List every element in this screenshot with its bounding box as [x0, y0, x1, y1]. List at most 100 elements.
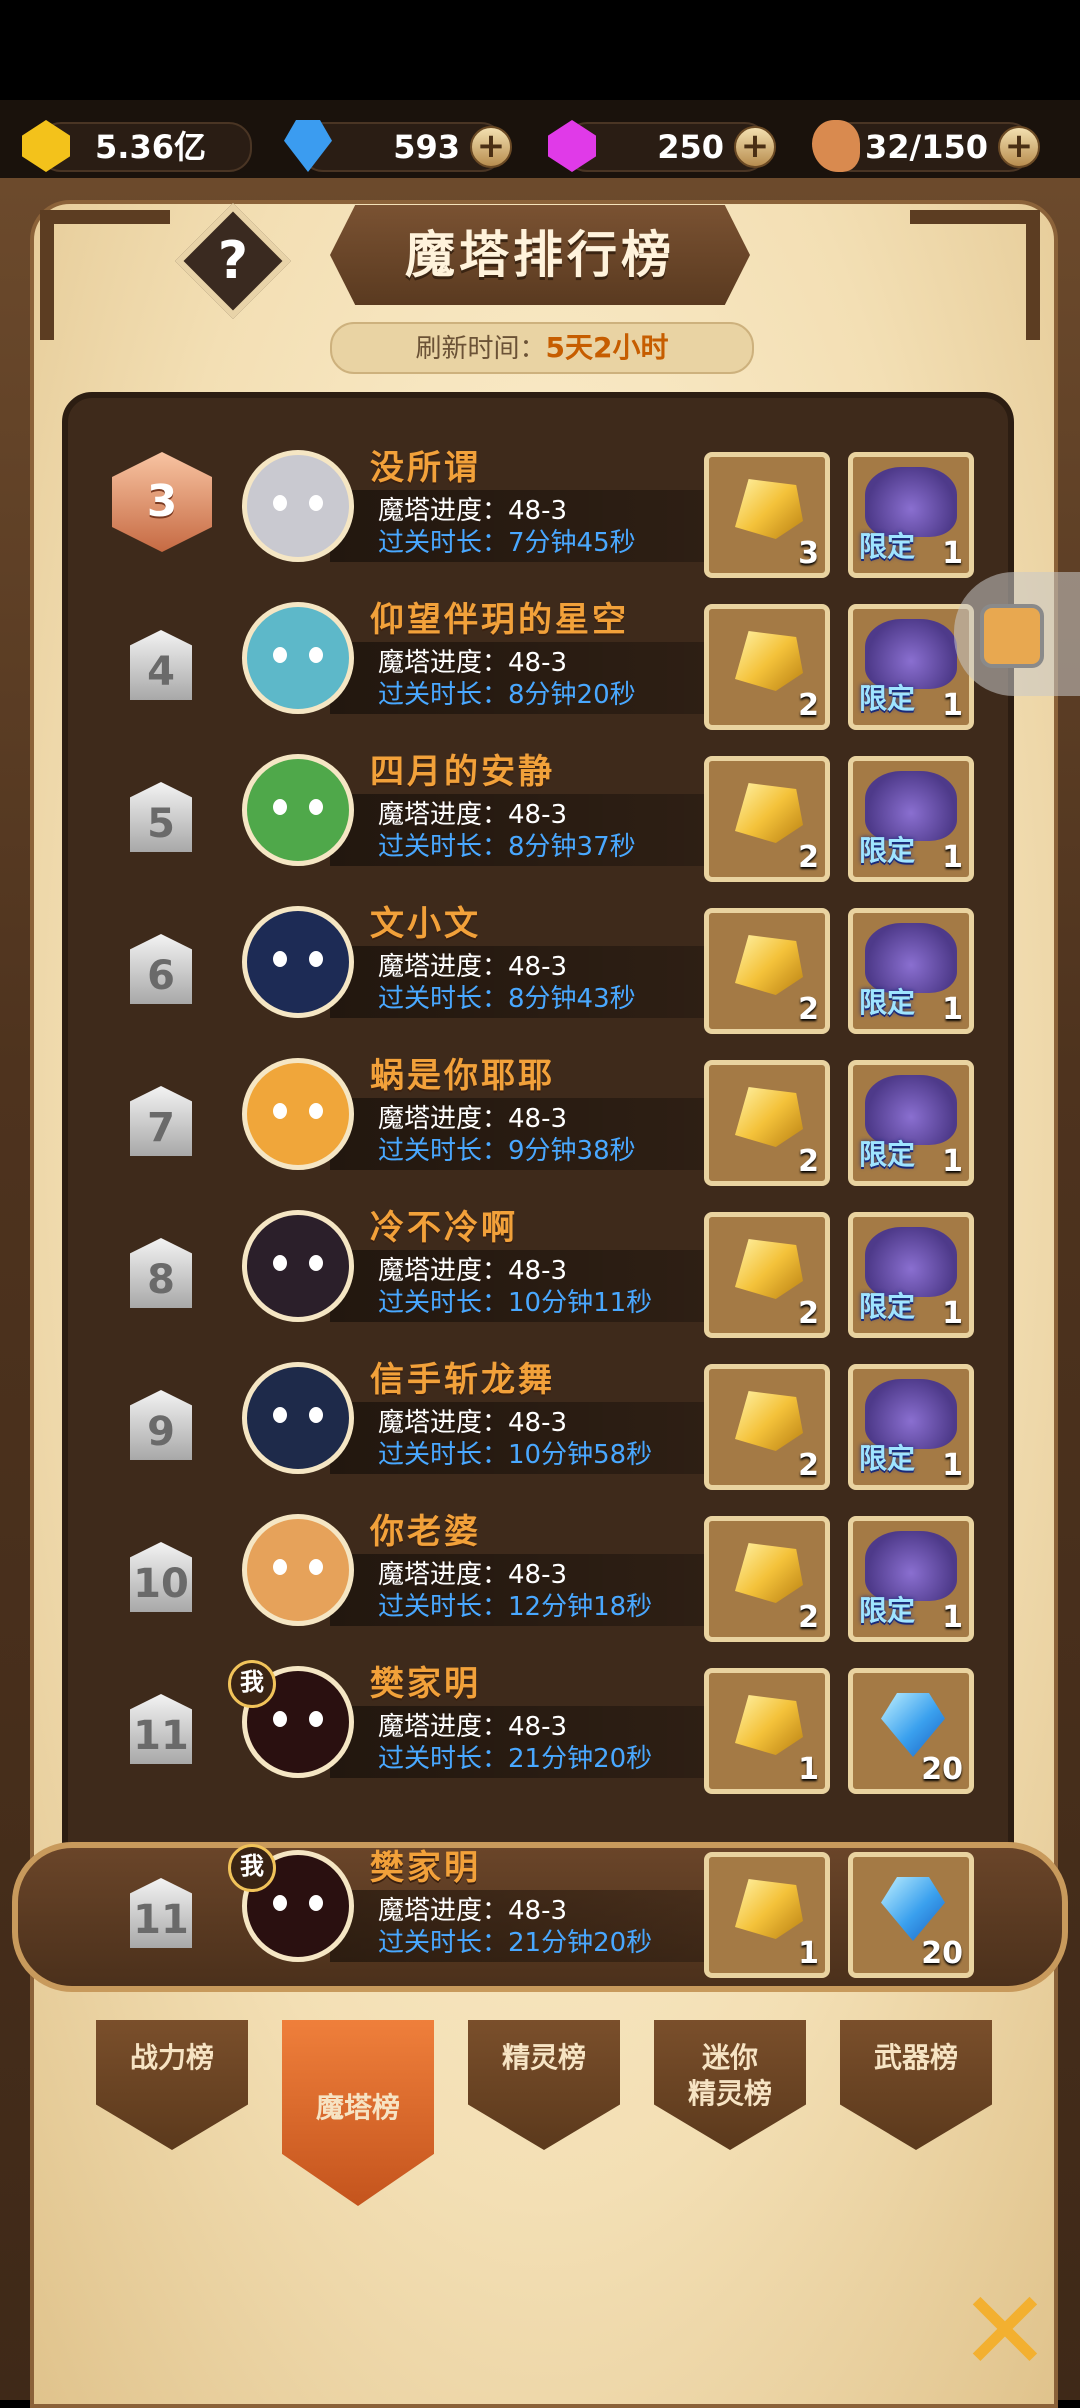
- reward-count: 1: [942, 536, 963, 571]
- limited-label: 限定: [859, 530, 916, 563]
- ranking-row[interactable]: 9 信手斩龙舞 魔塔进度：48-3 过关时长：10分钟58秒 2 限定 1: [80, 1360, 995, 1512]
- me-tag: 我: [228, 1844, 276, 1892]
- currency-bar: 5.36亿 593 + 250 + 32/150 +: [0, 100, 1080, 190]
- floating-assistant-button[interactable]: [954, 572, 1080, 696]
- reward-slot[interactable]: 2: [704, 1212, 830, 1338]
- question-mark-icon: ?: [217, 231, 249, 291]
- diamond-counter: 593 +: [284, 120, 512, 172]
- reward-slot[interactable]: 限定 1: [848, 1364, 974, 1490]
- reward-slot[interactable]: 2: [704, 1516, 830, 1642]
- reward-count: 2: [798, 1600, 819, 1635]
- refresh-timer: 刷新时间：5天2小时: [330, 322, 754, 374]
- add-crystal-button[interactable]: +: [734, 126, 776, 168]
- limited-label: 限定: [859, 834, 916, 867]
- reward-slot[interactable]: 1: [704, 1668, 830, 1794]
- rank-badge: 5: [130, 782, 192, 852]
- gold-ingot-icon: [735, 1087, 803, 1147]
- reward-count: 2: [798, 1144, 819, 1179]
- reward-slot[interactable]: 3: [704, 452, 830, 578]
- crystal-icon: [548, 120, 596, 172]
- reward-slot[interactable]: 20: [848, 1668, 974, 1794]
- tab-label: 迷你 精灵榜: [687, 2041, 772, 2110]
- stamina-counter: 32/150 +: [812, 120, 1040, 172]
- gold-ingot-icon: [735, 631, 803, 691]
- avatar[interactable]: [242, 906, 354, 1018]
- avatar[interactable]: [242, 754, 354, 866]
- ranking-row[interactable]: 3 没所谓 魔塔进度：48-3 过关时长：7分钟45秒 3 限定 1: [80, 450, 995, 600]
- add-diamond-button[interactable]: +: [470, 126, 512, 168]
- ranking-row[interactable]: 8 冷不冷啊 魔塔进度：48-3 过关时长：10分钟11秒 2 限定 1: [80, 1208, 995, 1360]
- gold-icon: [22, 120, 70, 172]
- reward-slot[interactable]: 限定 1: [848, 756, 974, 882]
- avatar[interactable]: [242, 1514, 354, 1626]
- reward-slot[interactable]: 2: [704, 908, 830, 1034]
- player-name: 蜗是你耶耶: [370, 1056, 555, 1096]
- ranking-row[interactable]: 11 我 樊家明 魔塔进度：48-3 过关时长：21分钟20秒 1 20: [80, 1660, 995, 1816]
- rank-badge: 9: [130, 1390, 192, 1460]
- meat-icon: [812, 120, 860, 172]
- gold-ingot-icon: [735, 1239, 803, 1299]
- reward-slot[interactable]: 限定 1: [848, 1212, 974, 1338]
- avatar[interactable]: [242, 602, 354, 714]
- reward-slot[interactable]: 2: [704, 756, 830, 882]
- gold-ingot-icon: [735, 783, 803, 843]
- crystal-counter: 250 +: [548, 120, 776, 172]
- reward-slot[interactable]: 2: [704, 604, 830, 730]
- reward-slot[interactable]: 2: [704, 1364, 830, 1490]
- reward-count: 1: [942, 1296, 963, 1331]
- ranking-row[interactable]: 4 仰望伴玥的星空 魔塔进度：48-3 过关时长：8分钟20秒 2 限定 1: [80, 600, 995, 752]
- reward-slot[interactable]: 20: [848, 1852, 974, 1978]
- reward-slot[interactable]: 限定 1: [848, 1060, 974, 1186]
- clear-time: 过关时长：9分钟38秒: [378, 1136, 636, 1166]
- ranking-row[interactable]: 7 蜗是你耶耶 魔塔进度：48-3 过关时长：9分钟38秒 2 限定 1: [80, 1056, 995, 1208]
- frame-corner-ornament: [910, 210, 1040, 340]
- ranking-row[interactable]: 5 四月的安静 魔塔进度：48-3 过关时长：8分钟37秒 2 限定 1: [80, 752, 995, 904]
- rank-badge: 10: [130, 1542, 192, 1612]
- limited-label: 限定: [859, 986, 916, 1019]
- reward-count: 2: [798, 688, 819, 723]
- player-name: 冷不冷啊: [370, 1208, 518, 1248]
- clear-time: 过关时长：10分钟58秒: [378, 1440, 653, 1470]
- close-button[interactable]: ✕: [950, 2276, 1060, 2386]
- reward-count: 1: [942, 688, 963, 723]
- tab-label: 精灵榜: [501, 2041, 586, 2074]
- clear-time: 过关时长：21分钟20秒: [378, 1744, 653, 1774]
- reward-count: 1: [942, 1600, 963, 1635]
- ranking-list[interactable]: 3 没所谓 魔塔进度：48-3 过关时长：7分钟45秒 3 限定 1 4 仰望伴…: [80, 450, 995, 1830]
- reward-slot[interactable]: 限定 1: [848, 908, 974, 1034]
- my-rank-row[interactable]: 11 我 樊家明 魔塔进度：48-3 过关时长：21分钟20秒 1 20: [80, 1844, 995, 2000]
- gold-ingot-icon: [735, 1391, 803, 1451]
- clear-time: 过关时长：8分钟43秒: [378, 984, 636, 1014]
- avatar[interactable]: [242, 1058, 354, 1170]
- reward-count: 1: [942, 1448, 963, 1483]
- reward-count: 1: [942, 1144, 963, 1179]
- clear-time: 过关时长：21分钟20秒: [378, 1928, 653, 1958]
- reward-slot[interactable]: 2: [704, 1060, 830, 1186]
- ranking-row[interactable]: 6 文小文 魔塔进度：48-3 过关时长：8分钟43秒 2 限定 1: [80, 904, 995, 1056]
- rank-badge: 6: [130, 934, 192, 1004]
- reward-count: 1: [942, 840, 963, 875]
- tab-label: 战力榜: [129, 2041, 214, 2074]
- player-name: 文小文: [370, 904, 481, 944]
- player-name: 没所谓: [370, 450, 481, 488]
- player-name: 你老婆: [370, 1512, 481, 1552]
- clear-time: 过关时长：12分钟18秒: [378, 1592, 653, 1622]
- page-title: 魔塔排行榜: [330, 205, 750, 305]
- gold-ingot-icon: [735, 1543, 803, 1603]
- reward-count: 2: [798, 1296, 819, 1331]
- player-name: 四月的安静: [370, 752, 555, 792]
- add-stamina-button[interactable]: +: [998, 126, 1040, 168]
- diamond-icon: [284, 120, 332, 172]
- reward-slot[interactable]: 限定 1: [848, 1516, 974, 1642]
- player-name: 仰望伴玥的星空: [370, 600, 629, 640]
- reward-slot[interactable]: 1: [704, 1852, 830, 1978]
- clear-time: 过关时长：8分钟37秒: [378, 832, 636, 862]
- player-name: 信手斩龙舞: [370, 1360, 555, 1400]
- avatar[interactable]: [242, 1362, 354, 1474]
- avatar[interactable]: [242, 1210, 354, 1322]
- avatar[interactable]: [242, 450, 354, 562]
- reward-slot[interactable]: 限定 1: [848, 452, 974, 578]
- rank-badge: 11: [130, 1878, 192, 1948]
- ranking-row[interactable]: 10 你老婆 魔塔进度：48-3 过关时长：12分钟18秒 2 限定 1: [80, 1512, 995, 1664]
- stamina-value: 32/150: [864, 128, 988, 166]
